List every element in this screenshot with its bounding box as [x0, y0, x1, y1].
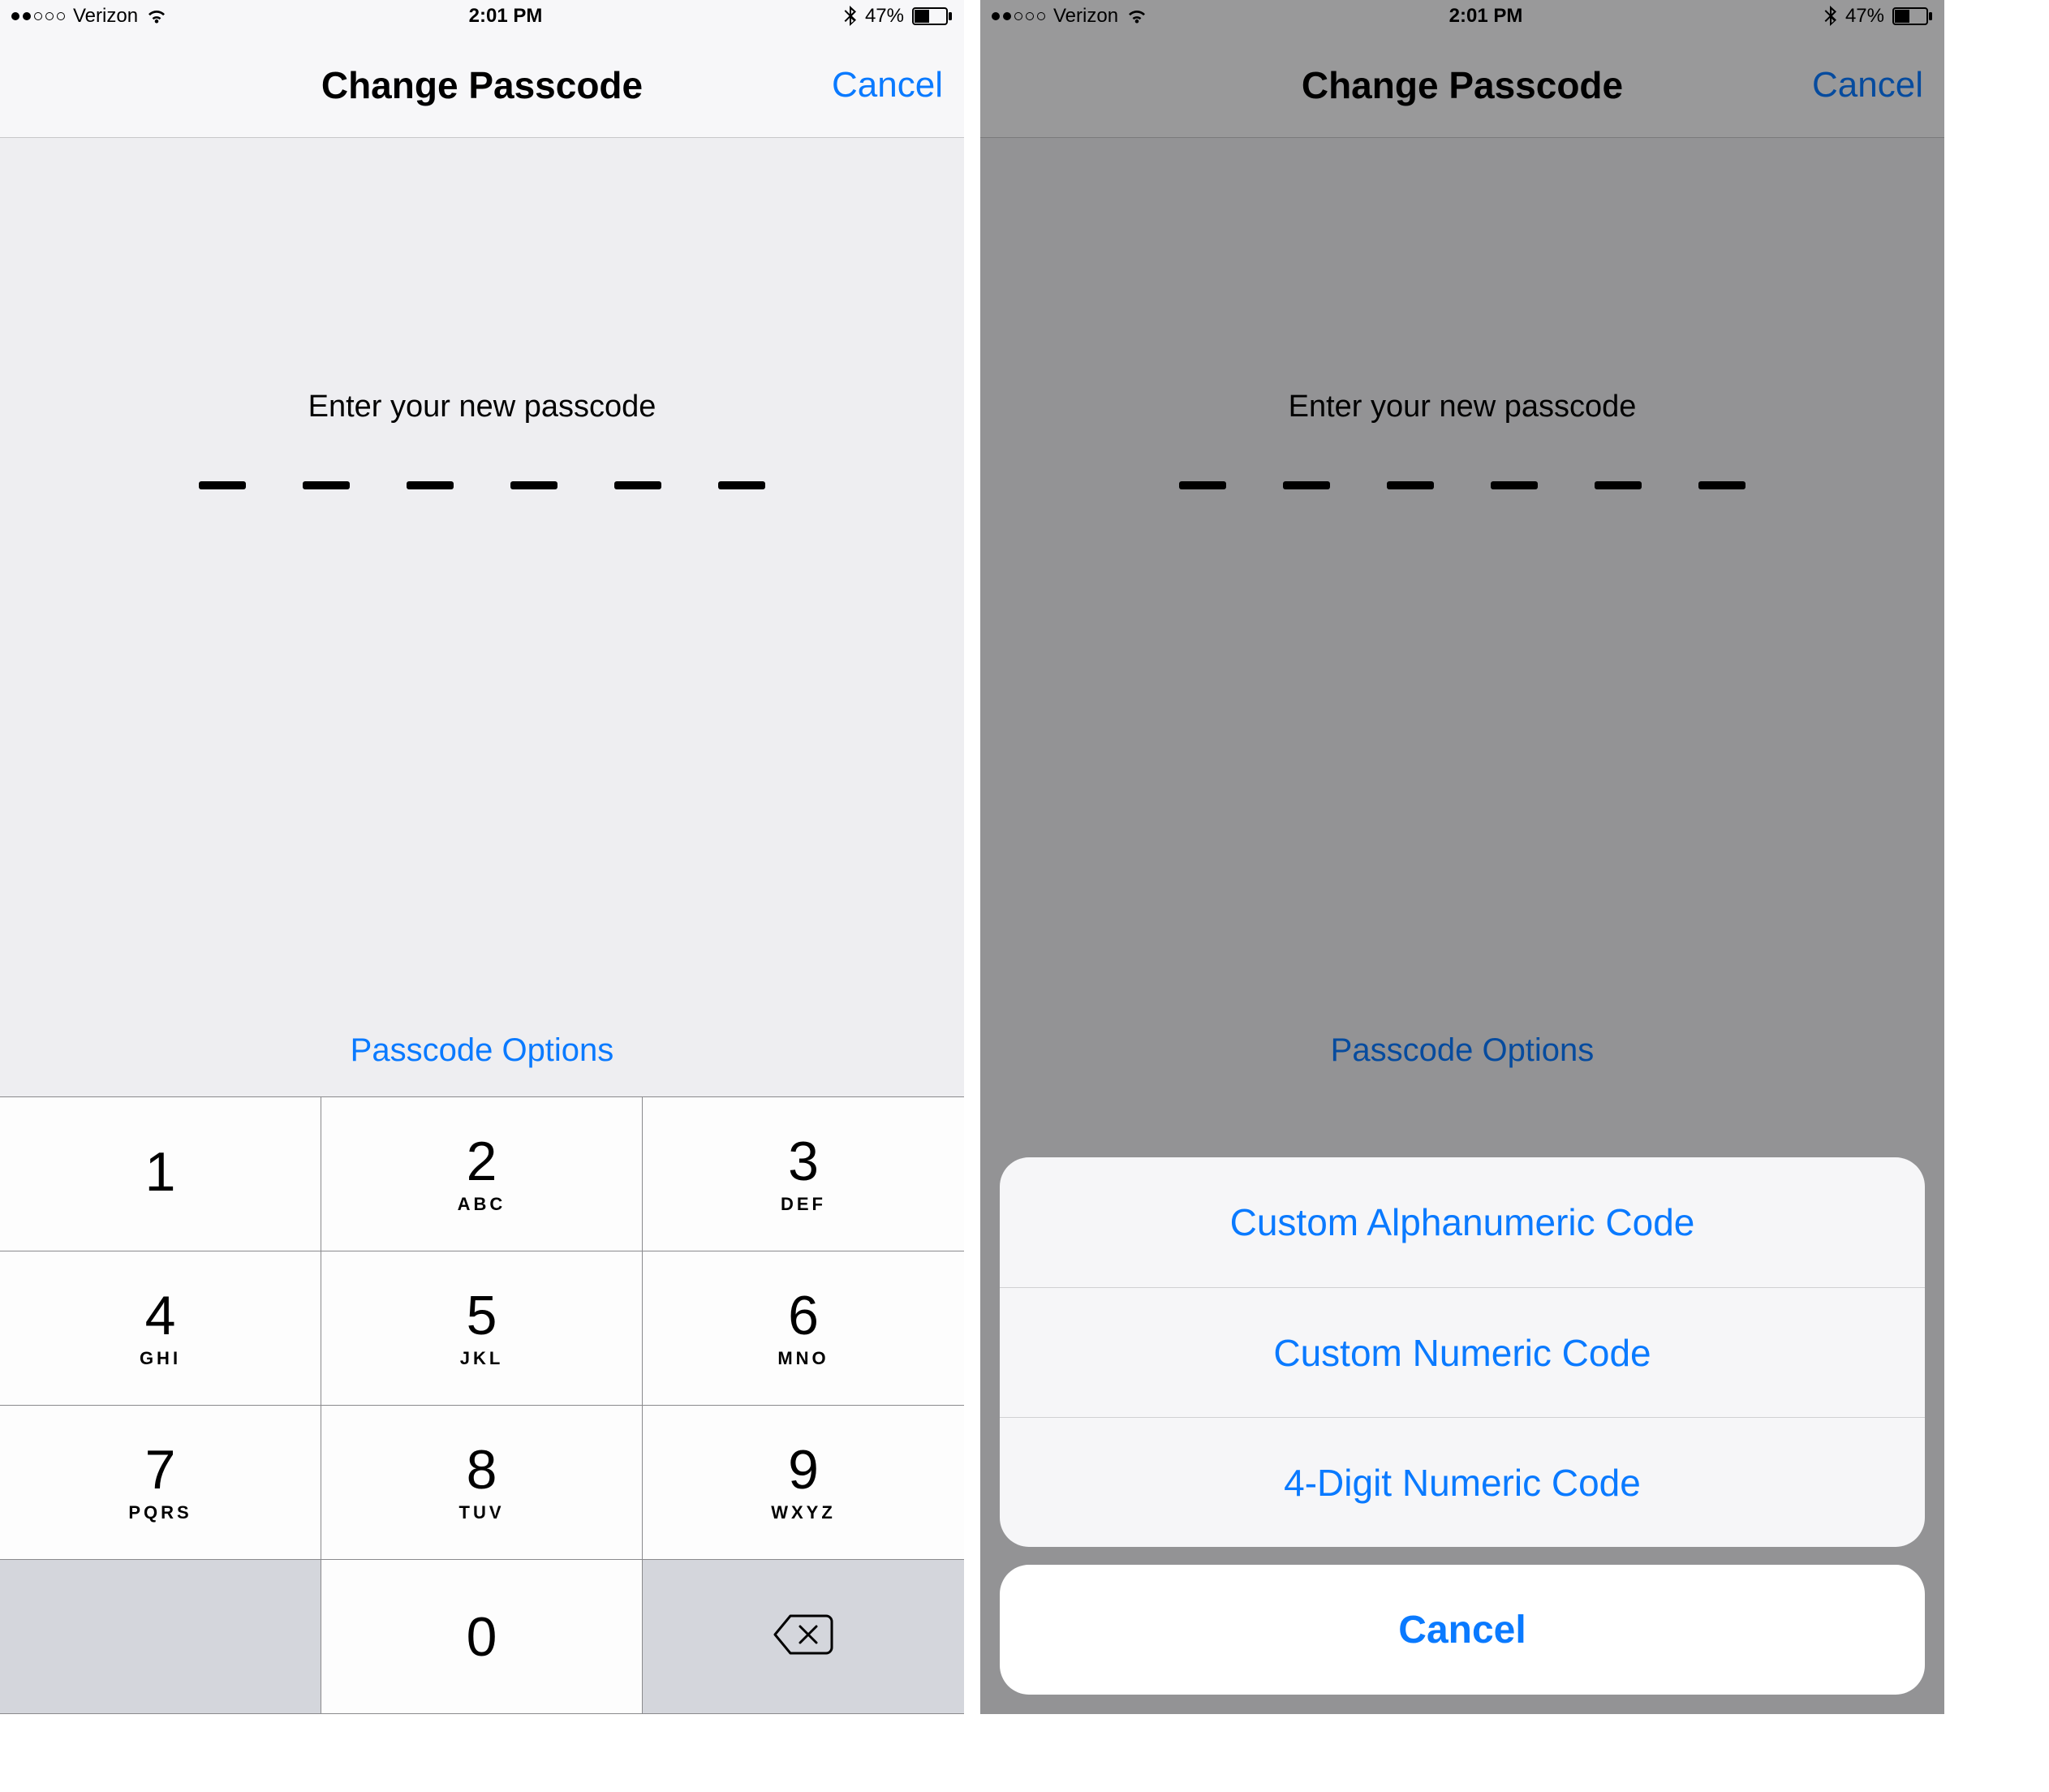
passcode-dash [718, 481, 765, 489]
number-keypad: 1 2 ABC 3 DEF 4 GHI 5 JKL 6 MNO 7 PQRS 8 TUV 9 W… [0, 1096, 964, 1714]
key-5[interactable]: 5 JKL [321, 1251, 643, 1406]
key-digit: 0 [467, 1609, 497, 1665]
nav-bar: Change Passcode Cancel [0, 32, 964, 138]
key-digit: 5 [467, 1288, 497, 1343]
status-right: 47% [844, 5, 953, 28]
prompt-area: Enter your new passcode [0, 138, 964, 489]
action-sheet-options: Custom Alphanumeric Code Custom Numeric … [1000, 1157, 1925, 1547]
key-7[interactable]: 7 PQRS [0, 1406, 321, 1560]
screen-left: Verizon 2:01 PM 47% Change Passcode Canc… [0, 0, 964, 1714]
passcode-field[interactable] [199, 481, 765, 489]
carrier-label: Verizon [73, 5, 138, 28]
clock-label: 2:01 PM [167, 5, 844, 28]
passcode-options-link[interactable]: Passcode Options [0, 1032, 964, 1069]
backspace-icon [771, 1613, 836, 1661]
key-3[interactable]: 3 DEF [643, 1097, 964, 1251]
wifi-icon [146, 8, 167, 24]
key-4[interactable]: 4 GHI [0, 1251, 321, 1406]
key-letters: MNO [777, 1348, 829, 1369]
option-4digit-numeric[interactable]: 4-Digit Numeric Code [1000, 1417, 1925, 1547]
action-sheet-cancel[interactable]: Cancel [1000, 1565, 1925, 1695]
battery-icon [912, 7, 953, 25]
action-sheet: Custom Alphanumeric Code Custom Numeric … [1000, 1157, 1925, 1695]
key-digit: 9 [788, 1442, 819, 1497]
key-6[interactable]: 6 MNO [643, 1251, 964, 1406]
page-title: Change Passcode [321, 63, 643, 107]
status-bar: Verizon 2:01 PM 47% [0, 0, 964, 32]
passcode-dash [303, 481, 350, 489]
key-8[interactable]: 8 TUV [321, 1406, 643, 1560]
key-1[interactable]: 1 [0, 1097, 321, 1251]
key-letters: JKL [460, 1348, 504, 1369]
key-letters: PQRS [128, 1502, 192, 1523]
passcode-dash [510, 481, 557, 489]
cancel-button[interactable]: Cancel [832, 65, 943, 106]
phone-left: Verizon 2:01 PM 47% Change Passcode Canc… [0, 0, 964, 1714]
key-digit: 8 [467, 1442, 497, 1497]
option-custom-alphanumeric[interactable]: Custom Alphanumeric Code [1000, 1157, 1925, 1287]
key-backspace[interactable] [643, 1560, 964, 1714]
key-digit: 7 [145, 1442, 176, 1497]
key-digit: 1 [145, 1144, 176, 1200]
status-left: Verizon [11, 5, 167, 28]
signal-dots-icon [11, 12, 65, 20]
passcode-dash [614, 481, 661, 489]
passcode-dash [407, 481, 454, 489]
passcode-dash [199, 481, 246, 489]
key-digit: 6 [788, 1288, 819, 1343]
prompt-label: Enter your new passcode [308, 390, 656, 424]
option-custom-numeric[interactable]: Custom Numeric Code [1000, 1287, 1925, 1417]
key-letters: DEF [781, 1194, 826, 1215]
battery-pct-label: 47% [865, 5, 904, 28]
key-letters: TUV [459, 1502, 505, 1523]
bluetooth-icon [844, 6, 857, 27]
key-digit: 2 [467, 1134, 497, 1189]
phone-right: Verizon 2:01 PM 47% Change Passcode Canc… [980, 0, 1944, 1714]
key-2[interactable]: 2 ABC [321, 1097, 643, 1251]
key-0[interactable]: 0 [321, 1560, 643, 1714]
key-9[interactable]: 9 WXYZ [643, 1406, 964, 1560]
key-digit: 3 [788, 1134, 819, 1189]
key-letters: WXYZ [771, 1502, 836, 1523]
key-blank [0, 1560, 321, 1714]
key-digit: 4 [145, 1288, 176, 1343]
key-letters: ABC [458, 1194, 506, 1215]
key-letters: GHI [140, 1348, 181, 1369]
